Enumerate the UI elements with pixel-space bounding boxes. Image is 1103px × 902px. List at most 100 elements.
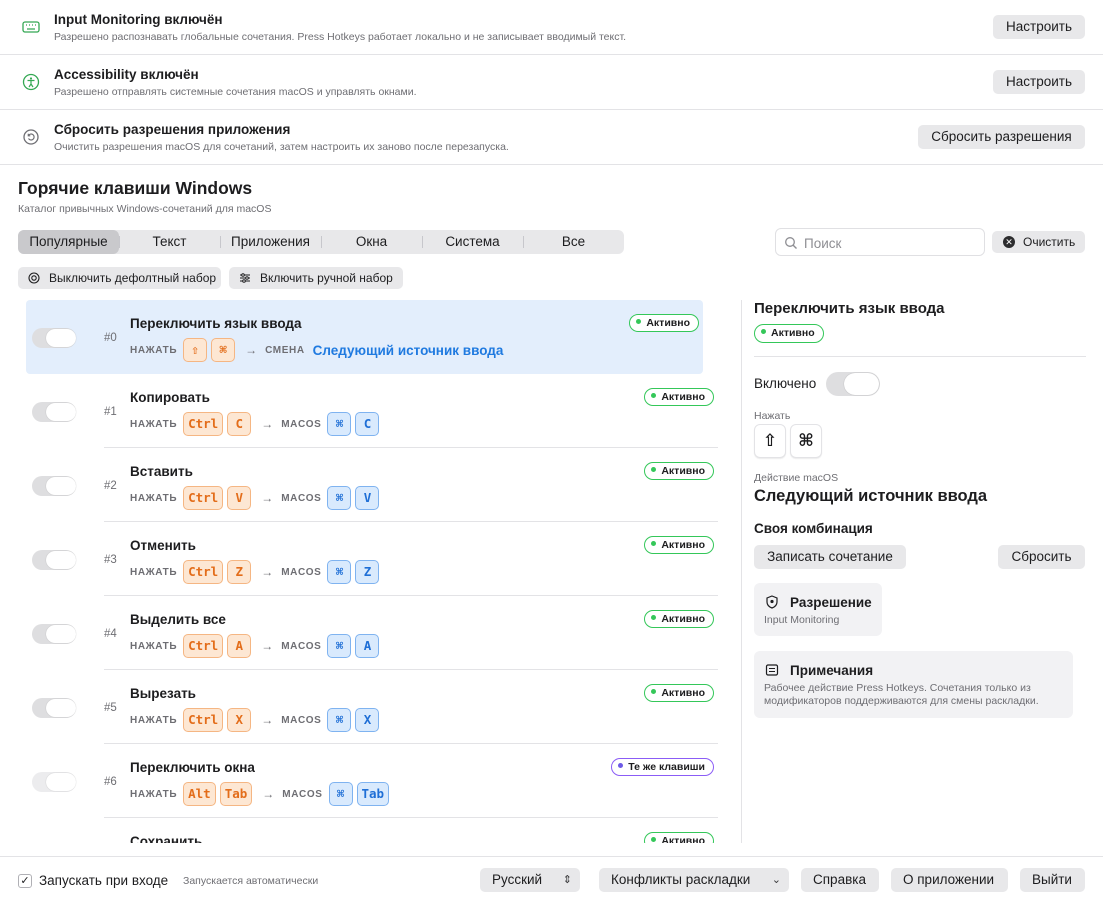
list-item[interactable]: #0 Переключить язык ввода НАЖАТЬ ⇧ ⌘ → С… (26, 300, 703, 374)
shift-key: ⇧ (754, 424, 786, 458)
row-combo: НАЖАТЬ Alt Tab → MACOS ⌘ Tab (130, 782, 391, 806)
launch-at-login-checkbox[interactable]: ✓ (18, 874, 32, 888)
language-select[interactable]: Русский ⇕ (480, 868, 580, 892)
row-combo: НАЖАТЬ Ctrl V → MACOS ⌘ V (130, 486, 381, 510)
win-key: Alt (183, 782, 216, 806)
list-item[interactable]: #4 Выделить все НАЖАТЬ Ctrl A → MACOS ⌘ … (18, 596, 718, 670)
win-key: Ctrl (183, 412, 224, 436)
row-combo: НАЖАТЬ ⇧ ⌘ → СМЕНА Следующий источник вв… (130, 338, 503, 362)
detail-status-badge: Активно (754, 324, 824, 343)
permission-title: Accessibility включён (54, 67, 199, 82)
status-badge: Активно (644, 832, 714, 843)
row-index: #2 (104, 480, 117, 492)
row-title: Сохранить (130, 834, 203, 843)
macos-label: MACOS (282, 788, 323, 800)
permission-description: Очистить разрешения macOS для сочетаний,… (54, 141, 509, 153)
enable-manual-set-button[interactable]: Включить ручной набор (229, 267, 403, 289)
permission-description: Разрешено распознавать глобальные сочета… (54, 31, 627, 43)
mac-key: ⌘ (327, 486, 352, 510)
panel-divider (741, 300, 742, 843)
mac-key: ⌘ (327, 412, 352, 436)
quit-button[interactable]: Выйти (1020, 868, 1085, 892)
permission-card-title: Разрешение (790, 595, 872, 610)
row-toggle[interactable] (32, 550, 76, 570)
row-combo: НАЖАТЬ Ctrl C → MACOS ⌘ C (130, 412, 381, 436)
status-dot-icon (651, 467, 657, 472)
list-item[interactable]: #5 Вырезать НАЖАТЬ Ctrl X → MACOS ⌘ X Ак… (18, 670, 718, 744)
configure-input-monitoring-button[interactable]: Настроить (993, 15, 1085, 39)
notes-card-title: Примечания (790, 663, 874, 678)
list-item[interactable]: #1 Копировать НАЖАТЬ Ctrl C → MACOS ⌘ C … (18, 374, 718, 448)
close-icon: ✕ (1003, 236, 1015, 248)
arrow-right-icon: → (261, 491, 274, 505)
list-item[interactable]: #3 Отменить НАЖАТЬ Ctrl Z → MACOS ⌘ Z Ак… (18, 522, 718, 596)
row-title: Переключить язык ввода (130, 316, 302, 331)
macos-label: MACOS (281, 640, 322, 652)
record-shortcut-button[interactable]: Записать сочетание (754, 545, 906, 569)
arrow-right-icon: → (262, 787, 275, 801)
tab-all[interactable]: Все (523, 230, 624, 254)
row-index: #3 (104, 554, 117, 566)
reset-permissions-button[interactable]: Сбросить разрешения (918, 125, 1085, 149)
arrow-right-icon: → (261, 417, 274, 431)
notes-icon (765, 664, 779, 676)
press-label: НАЖАТЬ (130, 566, 178, 578)
win-key: Tab (219, 782, 253, 806)
list-item[interactable]: #6 Переключить окна НАЖАТЬ Alt Tab → MAC… (18, 744, 718, 818)
row-toggle[interactable] (32, 698, 76, 718)
tab-popular[interactable]: Популярные (18, 230, 119, 254)
hotkey-list: #0 Переключить язык ввода НАЖАТЬ ⇧ ⌘ → С… (18, 298, 718, 843)
arrow-right-icon: → (245, 343, 258, 357)
press-label: НАЖАТЬ (130, 640, 178, 652)
configure-accessibility-button[interactable]: Настроить (993, 70, 1085, 94)
row-toggle[interactable] (32, 328, 76, 348)
reset-shortcut-button[interactable]: Сбросить (998, 545, 1085, 569)
clear-button[interactable]: ✕ Очистить (992, 231, 1085, 253)
sliders-icon (240, 273, 250, 283)
page-title: Горячие клавиши Windows (18, 178, 253, 198)
layout-conflicts-menu[interactable]: Конфликты раскладки ⌄ (599, 868, 789, 892)
footer-bar: ✓ Запускать при входе Запускается автома… (0, 856, 1103, 902)
permission-row-input-monitoring: Input Monitoring включён Разрешено распо… (0, 0, 1103, 55)
row-toggle[interactable] (32, 476, 76, 496)
tab-system[interactable]: Система (422, 230, 523, 254)
row-title: Вставить (130, 464, 193, 479)
search-input[interactable] (804, 233, 974, 253)
row-toggle[interactable] (32, 402, 76, 422)
win-key: V (227, 486, 252, 510)
row-combo: НАЖАТЬ Ctrl A → MACOS ⌘ A (130, 634, 381, 658)
enabled-toggle[interactable] (826, 372, 880, 396)
about-button[interactable]: О приложении (891, 868, 1008, 892)
row-toggle[interactable] (32, 624, 76, 644)
disable-default-set-button[interactable]: Выключить дефолтный набор (18, 267, 221, 289)
win-key: Ctrl (183, 634, 224, 658)
arrow-right-icon: → (261, 565, 274, 579)
row-index: #6 (104, 776, 117, 788)
status-dot-icon (761, 329, 766, 334)
press-label: НАЖАТЬ (130, 344, 178, 356)
tab-text[interactable]: Текст (119, 230, 220, 254)
win-key: Z (227, 560, 252, 584)
tab-apps[interactable]: Приложения (220, 230, 321, 254)
press-label: Нажать (754, 410, 791, 422)
search-field (775, 228, 985, 256)
layout-conflicts-label: Конфликты раскладки (611, 872, 751, 887)
row-combo: НАЖАТЬ Ctrl Z → MACOS ⌘ Z (130, 560, 381, 584)
row-toggle[interactable] (32, 772, 76, 792)
launch-at-login-label[interactable]: Запускать при входе (39, 873, 168, 888)
row-index: #4 (104, 628, 117, 640)
help-button[interactable]: Справка (801, 868, 879, 892)
list-item[interactable]: #2 Вставить НАЖАТЬ Ctrl V → MACOS ⌘ V Ак… (18, 448, 718, 522)
command-key: ⌘ (790, 424, 822, 458)
status-dot-icon (651, 541, 657, 546)
press-label: НАЖАТЬ (130, 418, 178, 430)
status-badge: Активно (644, 388, 714, 406)
mac-key: A (355, 634, 380, 658)
win-key: Ctrl (183, 486, 224, 510)
press-label: НАЖАТЬ (130, 788, 178, 800)
macos-label: MACOS (281, 418, 322, 430)
page-subtitle: Каталог привычных Windows-сочетаний для … (18, 203, 272, 215)
tab-windows[interactable]: Окна (321, 230, 422, 254)
win-key: Ctrl (183, 560, 224, 584)
list-item[interactable]: Сохранить Активно (18, 818, 718, 843)
